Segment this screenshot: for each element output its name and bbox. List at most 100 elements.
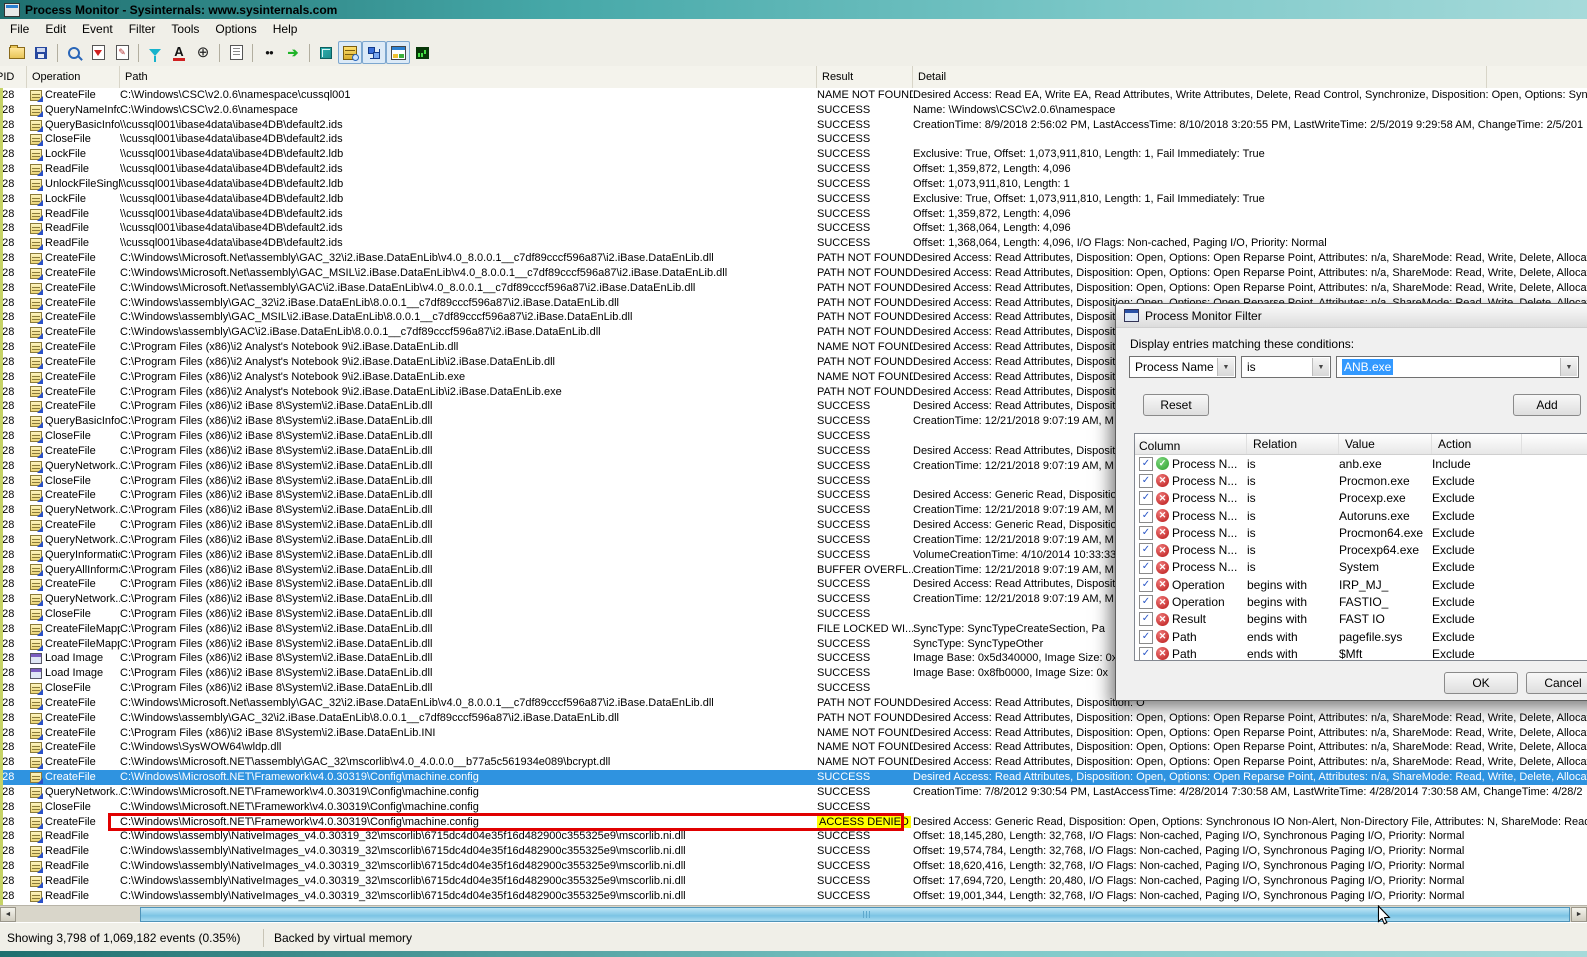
filter-rule-row[interactable]: ✓ ✕ Result begins with FAST IO Exclude <box>1135 611 1587 628</box>
checkbox-checked[interactable]: ✓ <box>1139 577 1153 592</box>
table-row[interactable]: 428 CloseFile \\cussql001\ibase4data\ibase… <box>0 132 1587 147</box>
cancel-button[interactable]: Cancel <box>1526 672 1587 694</box>
scrollbar-thumb[interactable] <box>140 907 1570 922</box>
table-row[interactable]: 428 QueryBasicInfor...\\cussql001\ibase4d… <box>0 118 1587 133</box>
process-tree-icon[interactable] <box>224 41 248 64</box>
network-activity-icon[interactable] <box>362 41 386 64</box>
registry-activity-icon[interactable] <box>314 41 338 64</box>
clear-display-icon[interactable]: ✎ <box>110 41 134 64</box>
checkbox-checked[interactable]: ✓ <box>1139 525 1153 540</box>
filter-header-action[interactable]: Action <box>1432 434 1522 454</box>
scroll-left-icon[interactable]: ◄ <box>0 907 16 922</box>
table-row[interactable]: 428 ReadFile \\cussql001\ibase4data\ibase4… <box>0 162 1587 177</box>
table-row[interactable]: 428 LockFile \\cussql001\ibase4data\ibase4… <box>0 192 1587 207</box>
column-header-pid[interactable]: PID <box>0 66 27 88</box>
add-button[interactable]: Add <box>1513 394 1581 416</box>
table-row[interactable]: 428 ReadFile \\cussql001\ibase4data\ibase4… <box>0 207 1587 222</box>
file-activity-icon[interactable] <box>338 41 362 64</box>
include-process-icon[interactable]: ⊕ <box>191 41 215 64</box>
checkbox-checked[interactable]: ✓ <box>1139 456 1153 471</box>
table-row[interactable]: 428 LockFile \\cussql001\ibase4data\ibase4… <box>0 147 1587 162</box>
filter-rule-row[interactable]: ✓ ✕ Process N... is Procexp64.exe Exclude <box>1135 541 1587 558</box>
filter-rule-row[interactable]: ✓ ✕ Process N... is Procmon.exe Exclude <box>1135 472 1587 489</box>
table-row[interactable]: 428 CreateFile C:\Windows\Microsoft.NET\Fr… <box>0 770 1587 785</box>
title-bar[interactable]: Process Monitor - Sysinternals: www.sysi… <box>0 0 1587 19</box>
autoscroll-icon[interactable] <box>86 41 110 64</box>
table-row[interactable]: 428 ReadFile C:\Windows\assembly\NativeIma… <box>0 859 1587 874</box>
filter-header-value[interactable]: Value <box>1339 434 1432 454</box>
filter-rule-row[interactable]: ✓ ✕ Operation begins with IRP_MJ_ Exclude <box>1135 576 1587 593</box>
table-row[interactable]: 428 CloseFile C:\Windows\Microsoft.NET\Fra… <box>0 800 1587 815</box>
filter-relation-select[interactable]: is ▼ <box>1241 356 1331 378</box>
jump-to-icon[interactable]: ➔ <box>281 41 305 64</box>
filter-header-column[interactable]: Column <box>1135 434 1247 454</box>
table-row[interactable]: 428 CreateFile C:\Windows\Microsoft.NET\as… <box>0 755 1587 770</box>
checkbox-checked[interactable]: ✓ <box>1139 629 1153 644</box>
column-header-path[interactable]: Path <box>120 66 817 88</box>
table-row[interactable]: 428 CreateFile C:\Windows\SysWOW64\wldp.dl… <box>0 740 1587 755</box>
filter-icon[interactable] <box>143 41 167 64</box>
table-row[interactable]: 428 QueryNetwork...C:\Windows\Microsoft.N… <box>0 785 1587 800</box>
column-header-result[interactable]: Result <box>817 66 913 88</box>
table-row[interactable]: 428 CreateFile C:\Windows\assembly\GAC_32\… <box>0 711 1587 726</box>
checkbox-checked[interactable]: ✓ <box>1139 543 1153 558</box>
table-row[interactable]: 428 ReadFile C:\Windows\assembly\NativeIma… <box>0 829 1587 844</box>
menu-filter[interactable]: Filter <box>121 20 164 38</box>
filter-rule-row[interactable]: ✓ ✕ Operation begins with FASTIO_ Exclude <box>1135 593 1587 610</box>
checkbox-checked[interactable]: ✓ <box>1139 595 1153 610</box>
scroll-right-icon[interactable]: ► <box>1571 907 1587 922</box>
chevron-down-icon[interactable]: ▼ <box>1217 358 1234 376</box>
reset-button[interactable]: Reset <box>1143 394 1209 416</box>
table-row[interactable]: 428 ReadFile C:\Windows\assembly\NativeIma… <box>0 889 1587 904</box>
table-row[interactable]: 428 ReadFile C:\Windows\assembly\NativeIma… <box>0 844 1587 859</box>
checkbox-checked[interactable]: ✓ <box>1139 646 1153 660</box>
menu-options[interactable]: Options <box>207 20 264 38</box>
filter-rule-row[interactable]: ✓ ✕ Path ends with pagefile.sys Exclude <box>1135 628 1587 645</box>
menu-help[interactable]: Help <box>265 20 306 38</box>
filter-value-input[interactable]: ANB.exe ▼ <box>1336 356 1579 378</box>
find-icon[interactable]: ●● <box>257 41 281 64</box>
filter-rule-row[interactable]: ✓ ✕ Process N... is Procexp.exe Exclude <box>1135 490 1587 507</box>
table-row[interactable]: 428 CreateFile C:\Windows\Microsoft.NET\Fr… <box>0 812 1587 831</box>
table-row[interactable]: 428 CreateFile C:\Windows\CSC\v2.0.6\names… <box>0 88 1587 103</box>
checkbox-checked[interactable]: ✓ <box>1139 473 1153 488</box>
chevron-down-icon[interactable]: ▼ <box>1312 358 1329 376</box>
menu-tools[interactable]: Tools <box>163 20 207 38</box>
filter-rule-row[interactable]: ✓ ✓ Process N... is anb.exe Include <box>1135 455 1587 472</box>
filter-rule-row[interactable]: ✓ ✕ Process N... is Autoruns.exe Exclude <box>1135 507 1587 524</box>
column-header-operation[interactable]: Operation <box>27 66 120 88</box>
checkbox-checked[interactable]: ✓ <box>1139 508 1153 523</box>
table-row[interactable]: 428 ReadFile \\cussql001\ibase4data\ibase4… <box>0 221 1587 236</box>
ok-button[interactable]: OK <box>1444 672 1518 694</box>
chevron-down-icon[interactable]: ▼ <box>1560 358 1577 376</box>
menu-file[interactable]: File <box>2 20 37 38</box>
filter-header-relation[interactable]: Relation <box>1247 434 1339 454</box>
cell-result: PATH NOT FOUND <box>817 696 913 711</box>
table-row[interactable]: 428 QueryNameInfo...C:\Windows\CSC\v2.0.6… <box>0 103 1587 118</box>
dialog-title-bar[interactable]: Process Monitor Filter <box>1116 304 1587 328</box>
filter-rule-row[interactable]: ✓ ✕ Process N... is Procmon64.exe Exclude <box>1135 524 1587 541</box>
highlight-icon[interactable]: A <box>167 41 191 64</box>
open-file-icon[interactable] <box>5 41 29 64</box>
menu-event[interactable]: Event <box>74 20 121 38</box>
horizontal-scrollbar[interactable]: ◄ ► <box>0 905 1587 923</box>
checkbox-checked[interactable]: ✓ <box>1139 491 1153 506</box>
table-row[interactable]: 428 CreateFile C:\Windows\Microsoft.Net\as… <box>0 281 1587 296</box>
table-row[interactable]: 428 ReadFile C:\Windows\assembly\NativeIma… <box>0 874 1587 889</box>
table-row[interactable]: 428 ReadFile \\cussql001\ibase4data\ibase4… <box>0 236 1587 251</box>
profiling-events-icon[interactable] <box>410 41 434 64</box>
column-header-detail[interactable]: Detail <box>913 66 1487 88</box>
table-row[interactable]: 428 CreateFile C:\Program Files (x86)\i2 i… <box>0 726 1587 741</box>
capture-icon[interactable] <box>62 41 86 64</box>
filter-column-select[interactable]: Process Name ▼ <box>1129 356 1236 378</box>
checkbox-checked[interactable]: ✓ <box>1139 560 1153 575</box>
table-row[interactable]: 428 CreateFile C:\Windows\Microsoft.Net\as… <box>0 251 1587 266</box>
process-activity-icon[interactable] <box>386 41 410 64</box>
menu-edit[interactable]: Edit <box>37 20 74 38</box>
table-row[interactable]: 428 CreateFile C:\Windows\Microsoft.Net\as… <box>0 266 1587 281</box>
filter-rule-row[interactable]: ✓ ✕ Path ends with $Mft Exclude <box>1135 645 1587 660</box>
table-row[interactable]: 428 UnlockFileSingle\\cussql001\ibase4dat… <box>0 177 1587 192</box>
filter-rule-row[interactable]: ✓ ✕ Process N... is System Exclude <box>1135 559 1587 576</box>
save-icon[interactable] <box>29 41 53 64</box>
checkbox-checked[interactable]: ✓ <box>1139 612 1153 627</box>
